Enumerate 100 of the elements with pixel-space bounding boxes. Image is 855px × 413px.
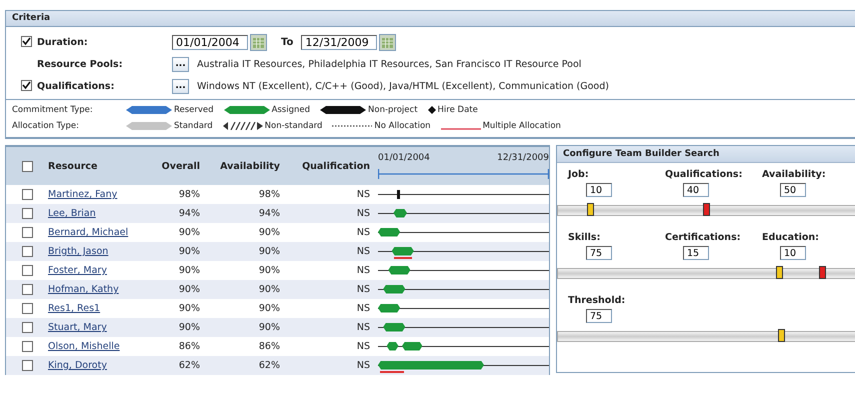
resource-link[interactable]: Bernard, Michael xyxy=(48,227,128,238)
table-cell-text: 90% xyxy=(258,265,280,276)
table-cell-text: 90% xyxy=(258,284,280,295)
slider-thumb[interactable] xyxy=(819,266,826,279)
resource-link[interactable]: Res1, Res1 xyxy=(48,303,100,314)
legend-label: Assigned xyxy=(272,105,310,115)
table-cell-text: NS xyxy=(356,246,370,257)
table-cell-text: 90% xyxy=(178,303,200,314)
checkbox[interactable] xyxy=(22,303,32,314)
checkbox[interactable] xyxy=(22,160,32,172)
table-cell-text: NS xyxy=(356,189,370,200)
checkbox[interactable] xyxy=(22,284,32,295)
field-label: Resource Pools: xyxy=(37,58,124,70)
table-cell-text: NS xyxy=(356,322,370,333)
calendar-icon[interactable] xyxy=(250,34,267,50)
number-field[interactable]: 75 xyxy=(586,246,612,260)
table-cell-text: 90% xyxy=(258,303,280,314)
checkbox[interactable] xyxy=(22,227,32,238)
non-project-bar xyxy=(396,190,400,198)
checkbox[interactable] xyxy=(21,36,32,46)
field-label: Skills: xyxy=(568,232,600,243)
field-value: Windows NT (Excellent), C/C++ (Good), Java/HTML (Excellent), Communication (Good) xyxy=(197,80,609,92)
hatched-arrow-icon xyxy=(222,122,263,130)
legend-label: Reserved xyxy=(174,105,214,115)
column-header: Resource xyxy=(48,160,98,172)
checkbox[interactable] xyxy=(22,189,32,200)
checkbox[interactable] xyxy=(22,265,32,276)
number-field[interactable]: 15 xyxy=(683,246,709,260)
field-value: Australia IT Resources, Philadelphia IT Resources, San Francisco IT Resource Pool xyxy=(197,58,582,70)
table-cell-text: NS xyxy=(356,360,370,371)
resource-link[interactable]: Stuart, Mary xyxy=(48,322,107,333)
dotted-line-icon xyxy=(332,124,372,128)
resource-link[interactable]: Olson, Mishelle xyxy=(48,341,120,352)
slider-thumb[interactable] xyxy=(703,203,710,216)
date-field[interactable]: 12/31/2009 xyxy=(301,34,378,50)
table-cell-text: 90% xyxy=(178,284,200,295)
timeline-end-date: 12/31/2009 xyxy=(497,153,549,163)
slider-thumb[interactable] xyxy=(776,266,782,279)
panel-title: Configure Team Builder Search xyxy=(557,146,855,163)
field-label: Certifications: xyxy=(665,232,741,243)
field-label: Qualifications: xyxy=(37,80,116,92)
table-cell-text: 62% xyxy=(258,360,280,371)
table-cell-text: NS xyxy=(356,284,370,295)
timeline-start-date: 01/01/2004 xyxy=(378,153,430,163)
table-cell-text: 86% xyxy=(178,341,200,352)
field-label: Duration: xyxy=(37,36,89,48)
field-label: To xyxy=(281,36,294,48)
number-field[interactable]: 50 xyxy=(780,183,806,197)
table-cell-text: 86% xyxy=(258,341,280,352)
slider-thumb[interactable] xyxy=(587,203,594,216)
panel-title: Criteria xyxy=(6,11,855,27)
table-cell-text: 90% xyxy=(258,227,280,238)
field-label: Threshold: xyxy=(568,295,626,306)
field-label: Availability: xyxy=(762,169,826,180)
legend-label: Non-standard xyxy=(264,121,322,131)
number-field[interactable]: 40 xyxy=(683,183,709,197)
table-cell-text: 94% xyxy=(258,208,280,219)
checkbox[interactable] xyxy=(22,208,32,219)
table-cell-text: NS xyxy=(356,265,370,276)
browse-button[interactable]: ... xyxy=(172,78,189,94)
assigned-bar-icon xyxy=(224,106,270,114)
table-cell-text: NS xyxy=(356,341,370,352)
legend-title: Allocation Type: xyxy=(12,121,80,131)
standard-bar-icon xyxy=(126,122,172,130)
table-cell-text: 98% xyxy=(178,189,200,200)
reserved-bar-icon xyxy=(126,106,172,114)
calendar-icon[interactable] xyxy=(379,34,396,50)
table-cell-text: 90% xyxy=(178,322,200,333)
legend-label: No Allocation xyxy=(374,121,431,131)
field-label: Qualifications: xyxy=(665,169,742,180)
checkbox[interactable] xyxy=(22,246,32,257)
table-cell-text: 94% xyxy=(178,208,200,219)
column-header: Availability xyxy=(219,160,280,172)
checkbox[interactable] xyxy=(21,80,32,90)
table-cell-text: 62% xyxy=(178,360,200,371)
field-label: Education: xyxy=(762,232,819,243)
resource-link[interactable]: Lee, Brian xyxy=(48,208,96,219)
resource-link[interactable]: Martinez, Fany xyxy=(48,189,118,200)
checkbox[interactable] xyxy=(22,341,32,352)
number-field[interactable]: 10 xyxy=(586,183,612,197)
resource-link[interactable]: King, Doroty xyxy=(48,360,107,371)
table-cell-text: 90% xyxy=(178,265,200,276)
table-cell-text: NS xyxy=(356,227,370,238)
column-header: Qualification xyxy=(301,160,370,172)
number-field[interactable]: 75 xyxy=(586,309,612,323)
field-label: Job: xyxy=(568,169,589,180)
browse-button[interactable]: ... xyxy=(172,56,189,72)
legend-label: Multiple Allocation xyxy=(482,121,561,131)
resource-link[interactable]: Brigth, Jason xyxy=(48,246,108,257)
date-field[interactable]: 01/01/2004 xyxy=(172,34,248,50)
table-cell-text: 90% xyxy=(258,322,280,333)
table-cell-text: 90% xyxy=(258,246,280,257)
slider-thumb[interactable] xyxy=(778,329,786,342)
table-cell-text: NS xyxy=(356,208,370,219)
number-field[interactable]: 10 xyxy=(780,246,806,260)
nonproject-bar-icon xyxy=(320,106,366,114)
checkbox[interactable] xyxy=(22,322,32,333)
checkbox[interactable] xyxy=(22,360,32,371)
resource-link[interactable]: Foster, Mary xyxy=(48,265,107,276)
resource-link[interactable]: Hofman, Kathy xyxy=(48,284,119,295)
